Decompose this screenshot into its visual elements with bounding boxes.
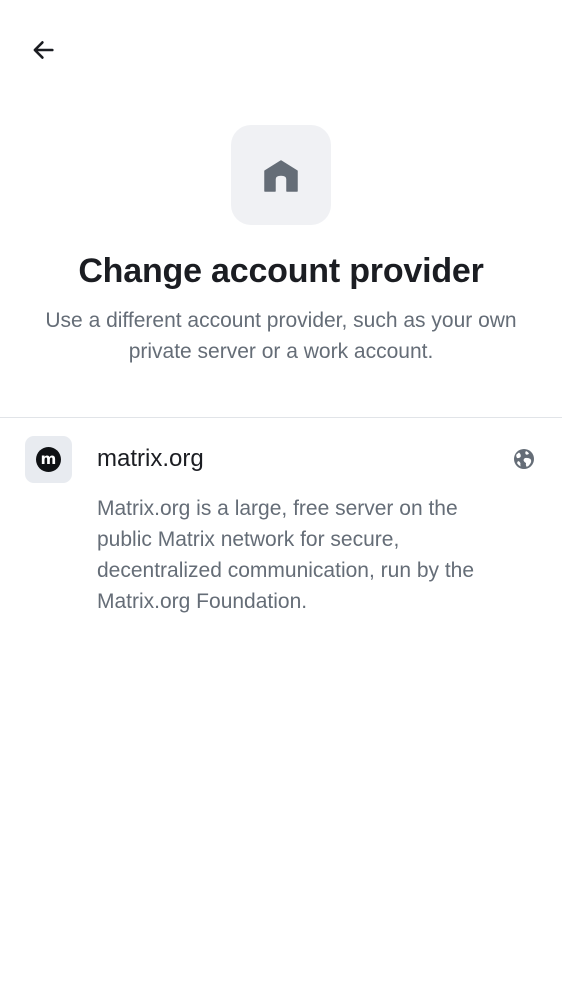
back-button[interactable] bbox=[19, 26, 67, 74]
page-title: Change account provider bbox=[78, 252, 484, 290]
change-account-provider-screen: Change account provider Use a different … bbox=[0, 0, 562, 1000]
hero-icon-container bbox=[231, 125, 331, 225]
arrow-left-icon bbox=[33, 41, 54, 59]
page-subtitle: Use a different account provider, such a… bbox=[45, 309, 517, 363]
matrix-logo-icon: m bbox=[36, 447, 61, 472]
provider-item-matrix-org[interactable]: m matrix.org Matrix.org is a large, free… bbox=[0, 418, 562, 633]
provider-name: matrix.org bbox=[97, 445, 204, 472]
home-icon bbox=[264, 160, 298, 192]
globe-icon bbox=[514, 449, 534, 469]
provider-description: Matrix.org is a large, free server on th… bbox=[97, 497, 475, 613]
provider-avatar: m bbox=[25, 436, 72, 483]
